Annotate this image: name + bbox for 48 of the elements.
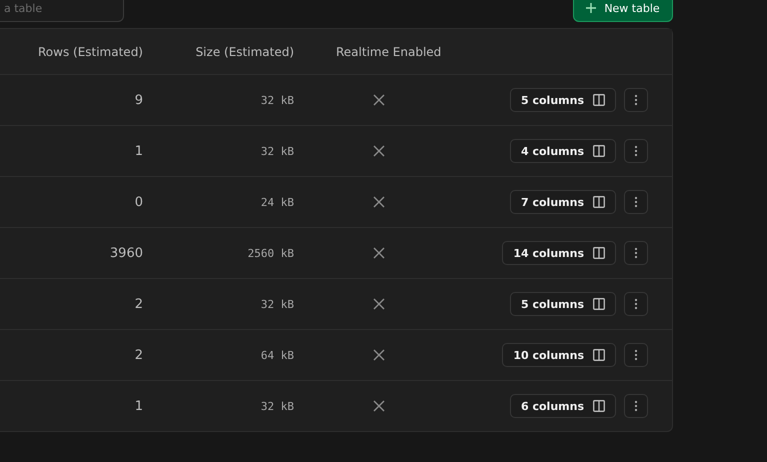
- column-header: Rows (Estimated): [38, 44, 144, 58]
- more-button[interactable]: [624, 292, 648, 316]
- table-cell-text: 1: [134, 398, 144, 414]
- columns-button[interactable]: 10 columns: [502, 343, 616, 367]
- more-vertical-icon: [634, 400, 638, 412]
- table-cell-text: 32 kB: [260, 298, 295, 310]
- columns-icon: [593, 400, 605, 412]
- more-button[interactable]: [624, 343, 648, 367]
- column-header: Realtime Enabled: [335, 44, 442, 58]
- table-cell-text: 32 kB: [260, 400, 295, 412]
- table-cell-text: 2: [134, 348, 144, 362]
- more-button[interactable]: [624, 88, 648, 112]
- more-vertical-icon: [634, 94, 638, 106]
- column-header: Size (Estimated): [196, 44, 295, 58]
- search-field[interactable]: a table: [0, 0, 124, 22]
- columns-icon: [593, 349, 605, 361]
- columns-button[interactable]: 7 columns: [510, 190, 616, 214]
- table-cell-text: 2: [134, 296, 144, 312]
- table-cell-text: 9: [134, 92, 144, 108]
- table-cell-text: 3960: [110, 246, 144, 260]
- columns-icon: [593, 196, 605, 208]
- table-cell-text: 24 kB: [260, 196, 295, 208]
- new-table-button[interactable]: New table: [573, 0, 673, 22]
- more-vertical-icon: [634, 145, 638, 157]
- columns-icon: [593, 247, 605, 259]
- columns-icon: [593, 298, 605, 310]
- columns-button[interactable]: 5 columns: [510, 292, 616, 316]
- table-cell-text: 2560 kB: [248, 246, 295, 260]
- columns-button[interactable]: 5 columns: [510, 88, 616, 112]
- more-vertical-icon: [634, 298, 638, 310]
- more-button[interactable]: [624, 139, 648, 163]
- columns-icon: [593, 145, 605, 157]
- columns-button[interactable]: 6 columns: [510, 394, 616, 418]
- table-cell-text: 32 kB: [260, 144, 295, 158]
- more-button[interactable]: [624, 241, 648, 265]
- more-button[interactable]: [624, 394, 648, 418]
- more-vertical-icon: [634, 349, 638, 361]
- columns-button[interactable]: 14 columns: [502, 241, 616, 265]
- more-vertical-icon: [634, 247, 638, 259]
- table-cell-text: 64 kB: [260, 348, 295, 362]
- more-button[interactable]: [624, 190, 648, 214]
- table-cell-text: 0: [134, 194, 144, 210]
- more-vertical-icon: [634, 196, 638, 208]
- table-cell-text: 32 kB: [260, 94, 295, 106]
- table-cell-text: 1: [134, 144, 144, 158]
- columns-icon: [593, 94, 605, 106]
- columns-button[interactable]: 4 columns: [510, 139, 616, 163]
- plus-icon: [586, 3, 596, 13]
